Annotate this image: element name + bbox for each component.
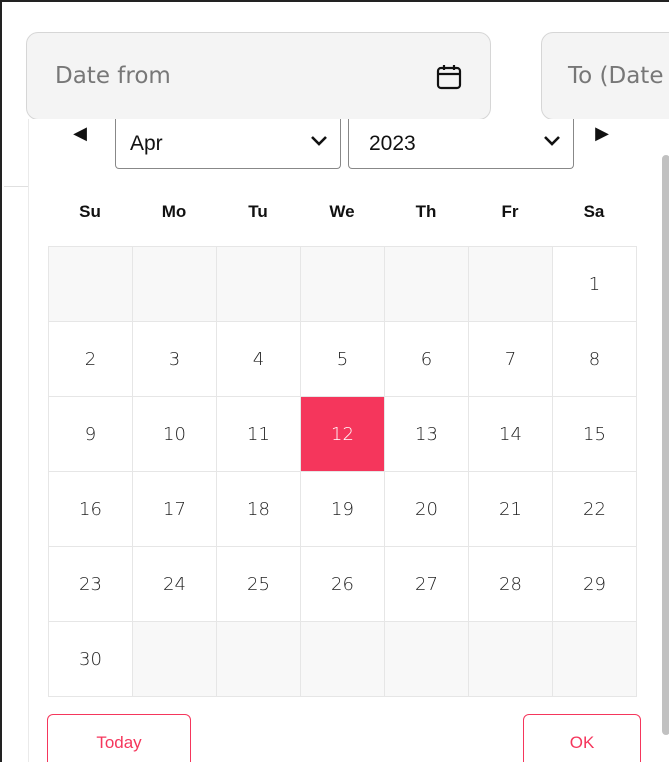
weekday-label: Tu — [248, 202, 268, 221]
day-cell[interactable]: 27 — [385, 547, 469, 622]
day-cell[interactable]: 19 — [301, 472, 385, 547]
day-cell[interactable]: 11 — [217, 397, 301, 472]
day-cell-empty — [49, 247, 133, 322]
weekday-label: Su — [79, 202, 101, 221]
day-cell-empty — [217, 247, 301, 322]
weekday-label: We — [329, 202, 355, 221]
day-cell[interactable]: 21 — [469, 472, 553, 547]
ok-button[interactable]: OK — [523, 714, 641, 762]
calendar-day-grid: 1 2 3 4 5 6 7 8 9 10 11 12 13 14 15 16 17 18 19 20 21 22 23 24 2… — [48, 246, 637, 697]
day-cell[interactable]: 22 — [553, 472, 637, 547]
next-month-arrow-icon[interactable]: ▶ — [589, 121, 615, 145]
day-cell[interactable]: 2 — [49, 322, 133, 397]
day-cell[interactable]: 28 — [469, 547, 553, 622]
day-cell[interactable]: 18 — [217, 472, 301, 547]
datepicker-popup: ◀ Apr 2023 ▶ Su Mo Tu We Th Fr Sa 123456… — [28, 119, 669, 762]
today-button[interactable]: Today — [47, 714, 191, 762]
day-cell[interactable]: 13 — [385, 397, 469, 472]
month-select-value: Apr — [130, 131, 163, 155]
day-cell[interactable]: 26 — [301, 547, 385, 622]
day-cell-empty — [301, 247, 385, 322]
day-cell-empty — [385, 622, 469, 697]
day-cell[interactable]: 25 — [217, 547, 301, 622]
day-cell[interactable]: 9 — [49, 397, 133, 472]
day-cell-empty — [385, 247, 469, 322]
chevron-down-icon — [311, 136, 327, 146]
day-cell[interactable]: 29 — [553, 547, 637, 622]
day-cell[interactable]: 23 — [49, 547, 133, 622]
day-cell[interactable]: 24 — [133, 547, 217, 622]
day-cell-selected[interactable]: 12 — [301, 397, 385, 472]
day-cell-empty — [469, 622, 553, 697]
day-cell[interactable]: 16 — [49, 472, 133, 547]
date-from-placeholder: Date from — [55, 63, 171, 89]
day-cell-empty — [133, 622, 217, 697]
prev-month-arrow-icon[interactable]: ◀ — [67, 121, 93, 145]
day-cell[interactable]: 4 — [217, 322, 301, 397]
day-cell-empty — [553, 622, 637, 697]
month-select[interactable]: Apr — [115, 119, 341, 169]
day-cell[interactable]: 10 — [133, 397, 217, 472]
weekday-label: Fr — [501, 202, 519, 221]
day-cell[interactable]: 6 — [385, 322, 469, 397]
date-to-placeholder: To (Date — [568, 63, 664, 89]
calendar-icon[interactable] — [436, 63, 462, 91]
day-cell[interactable]: 8 — [553, 322, 637, 397]
day-cell-empty — [301, 622, 385, 697]
app-frame: Date from To (Date ◀ Apr 2023 ▶ Su Mo Tu… — [0, 0, 669, 762]
weekday-label: Th — [415, 202, 437, 221]
day-cell[interactable]: 7 — [469, 322, 553, 397]
chevron-down-icon — [544, 136, 560, 146]
day-cell[interactable]: 15 — [553, 397, 637, 472]
weekday-label: Mo — [161, 202, 187, 221]
scrollbar-thumb[interactable] — [662, 155, 669, 735]
year-select[interactable]: 2023 — [348, 119, 574, 169]
date-to-field[interactable]: To (Date — [541, 32, 669, 120]
day-cell[interactable]: 30 — [49, 622, 133, 697]
day-cell[interactable]: 14 — [469, 397, 553, 472]
date-from-field[interactable]: Date from — [26, 32, 491, 120]
day-cell[interactable]: 20 — [385, 472, 469, 547]
day-cell-empty — [133, 247, 217, 322]
day-cell[interactable]: 5 — [301, 322, 385, 397]
day-cell-empty — [469, 247, 553, 322]
day-cell-empty — [217, 622, 301, 697]
day-cell[interactable]: 17 — [133, 472, 217, 547]
day-cell[interactable]: 3 — [133, 322, 217, 397]
weekday-header-row: Su Mo Tu We Th Fr Sa — [48, 199, 636, 225]
day-cell[interactable]: 1 — [553, 247, 637, 322]
weekday-label: Sa — [583, 202, 605, 221]
